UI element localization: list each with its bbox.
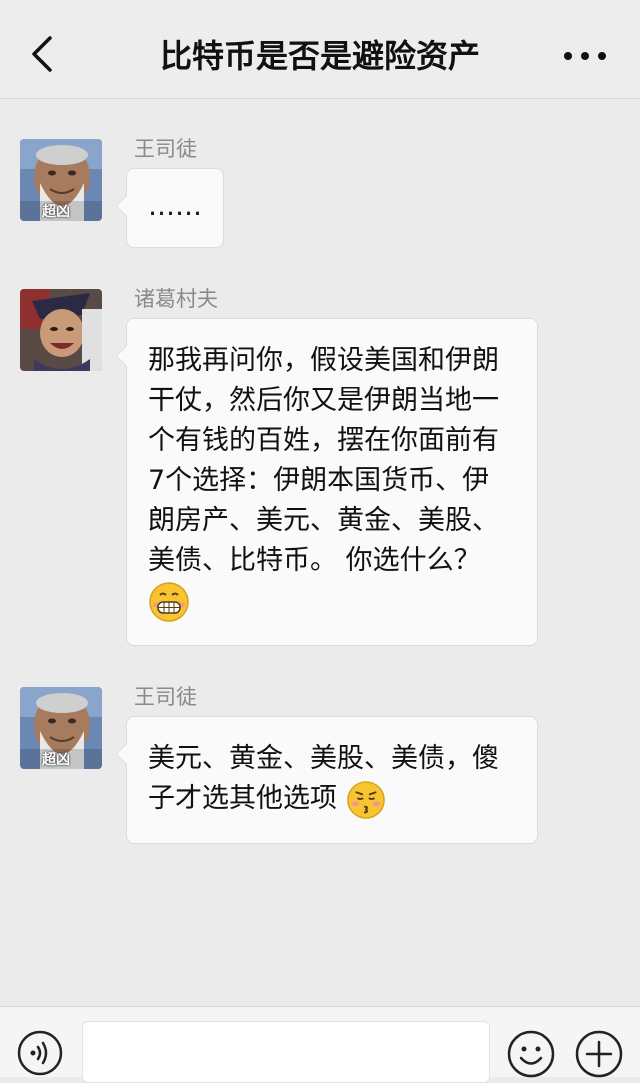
message-text: ……	[148, 191, 202, 222]
grinning-face-emoji	[149, 582, 189, 622]
message-line: 子才选其他选项	[148, 783, 337, 814]
chevron-left-icon	[32, 36, 52, 72]
message-line: 那我再问你，假设美国和伊朗	[148, 345, 499, 376]
message-line: 美债、比特币。 你选什么？	[148, 545, 481, 576]
more-button[interactable]	[560, 38, 610, 74]
message-line: 美元、黄金、美股、美债，傻	[148, 743, 499, 774]
input-bar	[0, 1006, 640, 1083]
smirking-kissing-face-emoji	[346, 780, 385, 819]
avatar[interactable]: 超凶	[20, 687, 102, 769]
back-button[interactable]	[22, 30, 66, 78]
message-input[interactable]	[82, 1021, 490, 1083]
page-title: 比特币是否是避险资产	[159, 37, 480, 75]
message-line: 7个选择：伊朗本国货币、伊	[148, 465, 490, 496]
emoji-button[interactable]	[506, 1029, 556, 1079]
avatar-image	[20, 289, 102, 371]
sender-name: 王司徒	[134, 137, 197, 161]
emoji-face-icon	[507, 1030, 555, 1078]
status-bar	[0, 0, 640, 8]
chat-area: 超凶 王司徒 …… 诸葛村夫 那我再问你，假设美国和伊朗 干仗，然后你又是伊朗当…	[0, 99, 640, 1006]
avatar[interactable]	[20, 289, 102, 371]
more-dots-icon	[564, 52, 606, 60]
message-bubble[interactable]: 那我再问你，假设美国和伊朗 干仗，然后你又是伊朗当地一 个有钱的百姓，摆在你面前…	[116, 318, 538, 646]
message-text: 那我再问你，假设美国和伊朗 干仗，然后你又是伊朗当地一 个有钱的百姓，摆在你面前…	[127, 319, 537, 643]
voice-button[interactable]	[16, 1029, 64, 1077]
nav-bar: 比特币是否是避险资产	[0, 8, 640, 99]
message-bubble[interactable]: 美元、黄金、美股、美债，傻 子才选其他选项	[116, 716, 538, 844]
avatar[interactable]: 超凶	[20, 139, 102, 221]
avatar-caption: 超凶	[42, 204, 70, 220]
sender-name: 王司徒	[134, 685, 197, 709]
voice-icon	[17, 1030, 63, 1076]
message-line: 个有钱的百姓，摆在你面前有	[148, 425, 499, 456]
avatar-caption: 超凶	[42, 752, 70, 768]
message-text: 美元、黄金、美股、美债，傻 子才选其他选项	[127, 717, 537, 838]
message-line: 朗房产、美元、黄金、美股、	[148, 505, 499, 536]
sender-name: 诸葛村夫	[134, 287, 218, 311]
plus-circle-icon	[575, 1030, 623, 1078]
message-bubble[interactable]: ……	[116, 168, 224, 248]
message-line: 干仗，然后你又是伊朗当地一	[148, 385, 499, 416]
plus-button[interactable]	[574, 1029, 624, 1079]
